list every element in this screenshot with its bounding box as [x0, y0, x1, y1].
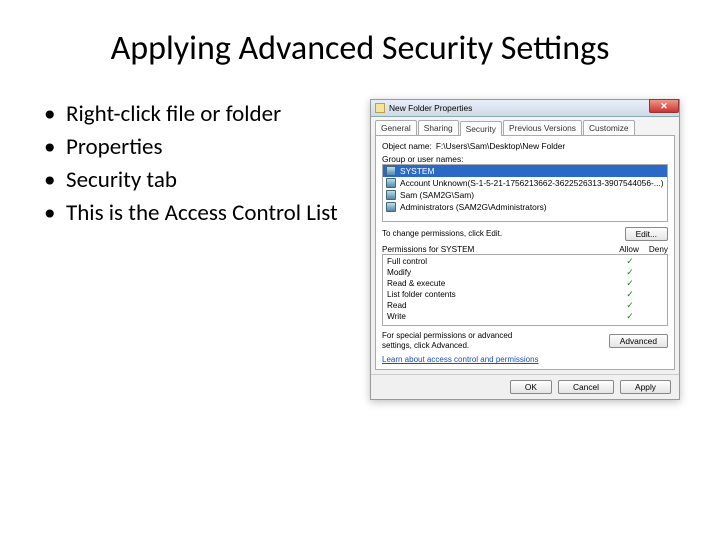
permissions-label: Permissions for — [382, 245, 441, 254]
tab-security[interactable]: Security — [460, 121, 502, 136]
tab-sharing[interactable]: Sharing — [418, 120, 459, 135]
list-item: •This is the Access Control List — [44, 198, 350, 229]
user-list[interactable]: SYSTEM Account Unknown(S-1-5-21-17562136… — [382, 164, 668, 222]
perm-row: Modify✓ — [383, 267, 667, 278]
allow-header: Allow — [619, 245, 639, 254]
group-users-label: Group or user names: — [382, 154, 668, 164]
check-icon: ✓ — [619, 278, 641, 289]
permissions-list[interactable]: Full control✓ Modify✓ Read & execute✓ Li… — [382, 254, 668, 326]
properties-dialog: New Folder Properties ✕ General Sharing … — [370, 99, 680, 400]
perm-row: Write✓ — [383, 311, 667, 322]
check-icon: ✓ — [619, 300, 641, 311]
slide-title: Applying Advanced Security Settings — [40, 28, 680, 69]
user-icon — [386, 178, 396, 188]
tab-previous-versions[interactable]: Previous Versions — [503, 120, 582, 135]
folder-icon — [375, 103, 385, 113]
check-icon: ✓ — [619, 256, 641, 267]
perm-row: Read & execute✓ — [383, 278, 667, 289]
check-icon: ✓ — [619, 267, 641, 278]
learn-link[interactable]: Learn about access control and permissio… — [382, 355, 539, 364]
cancel-button[interactable]: Cancel — [558, 380, 614, 394]
user-row-system[interactable]: SYSTEM — [383, 165, 667, 177]
object-name-label: Object name: — [382, 141, 432, 151]
dialog-title: New Folder Properties — [389, 103, 472, 113]
check-icon: ✓ — [619, 311, 641, 322]
list-item: •Security tab — [44, 165, 350, 196]
list-item: •Right-click file or folder — [44, 99, 350, 130]
user-icon — [386, 166, 396, 176]
check-icon: ✓ — [619, 289, 641, 300]
user-row[interactable]: Account Unknown(S-1-5-21-1756213662-3622… — [383, 177, 667, 189]
deny-header: Deny — [649, 245, 668, 254]
security-pane: Object name: F:\Users\Sam\Desktop\New Fo… — [375, 135, 675, 370]
edit-button[interactable]: Edit... — [625, 227, 668, 241]
user-row[interactable]: Sam (SAM2G\Sam) — [383, 189, 667, 201]
user-icon — [386, 202, 396, 212]
close-button[interactable]: ✕ — [649, 99, 679, 113]
apply-button[interactable]: Apply — [620, 380, 671, 394]
perm-row: Full control✓ — [383, 256, 667, 267]
ok-button[interactable]: OK — [510, 380, 552, 394]
perm-row: Read✓ — [383, 300, 667, 311]
object-name-value: F:\Users\Sam\Desktop\New Folder — [436, 141, 565, 151]
permissions-target: SYSTEM — [441, 245, 475, 254]
advanced-button[interactable]: Advanced — [609, 334, 668, 348]
advanced-hint: For special permissions or advanced sett… — [382, 331, 532, 350]
tab-general[interactable]: General — [375, 120, 417, 135]
titlebar[interactable]: New Folder Properties ✕ — [371, 100, 679, 117]
list-item: •Properties — [44, 132, 350, 163]
dialog-buttons: OK Cancel Apply — [371, 374, 679, 399]
bullet-list: •Right-click file or folder •Properties … — [40, 99, 350, 400]
tab-customize[interactable]: Customize — [583, 120, 635, 135]
perm-row: List folder contents✓ — [383, 289, 667, 300]
tab-strip: General Sharing Security Previous Versio… — [371, 117, 679, 135]
user-icon — [386, 190, 396, 200]
user-row[interactable]: Administrators (SAM2G\Administrators) — [383, 201, 667, 213]
edit-hint: To change permissions, click Edit. — [382, 229, 502, 239]
